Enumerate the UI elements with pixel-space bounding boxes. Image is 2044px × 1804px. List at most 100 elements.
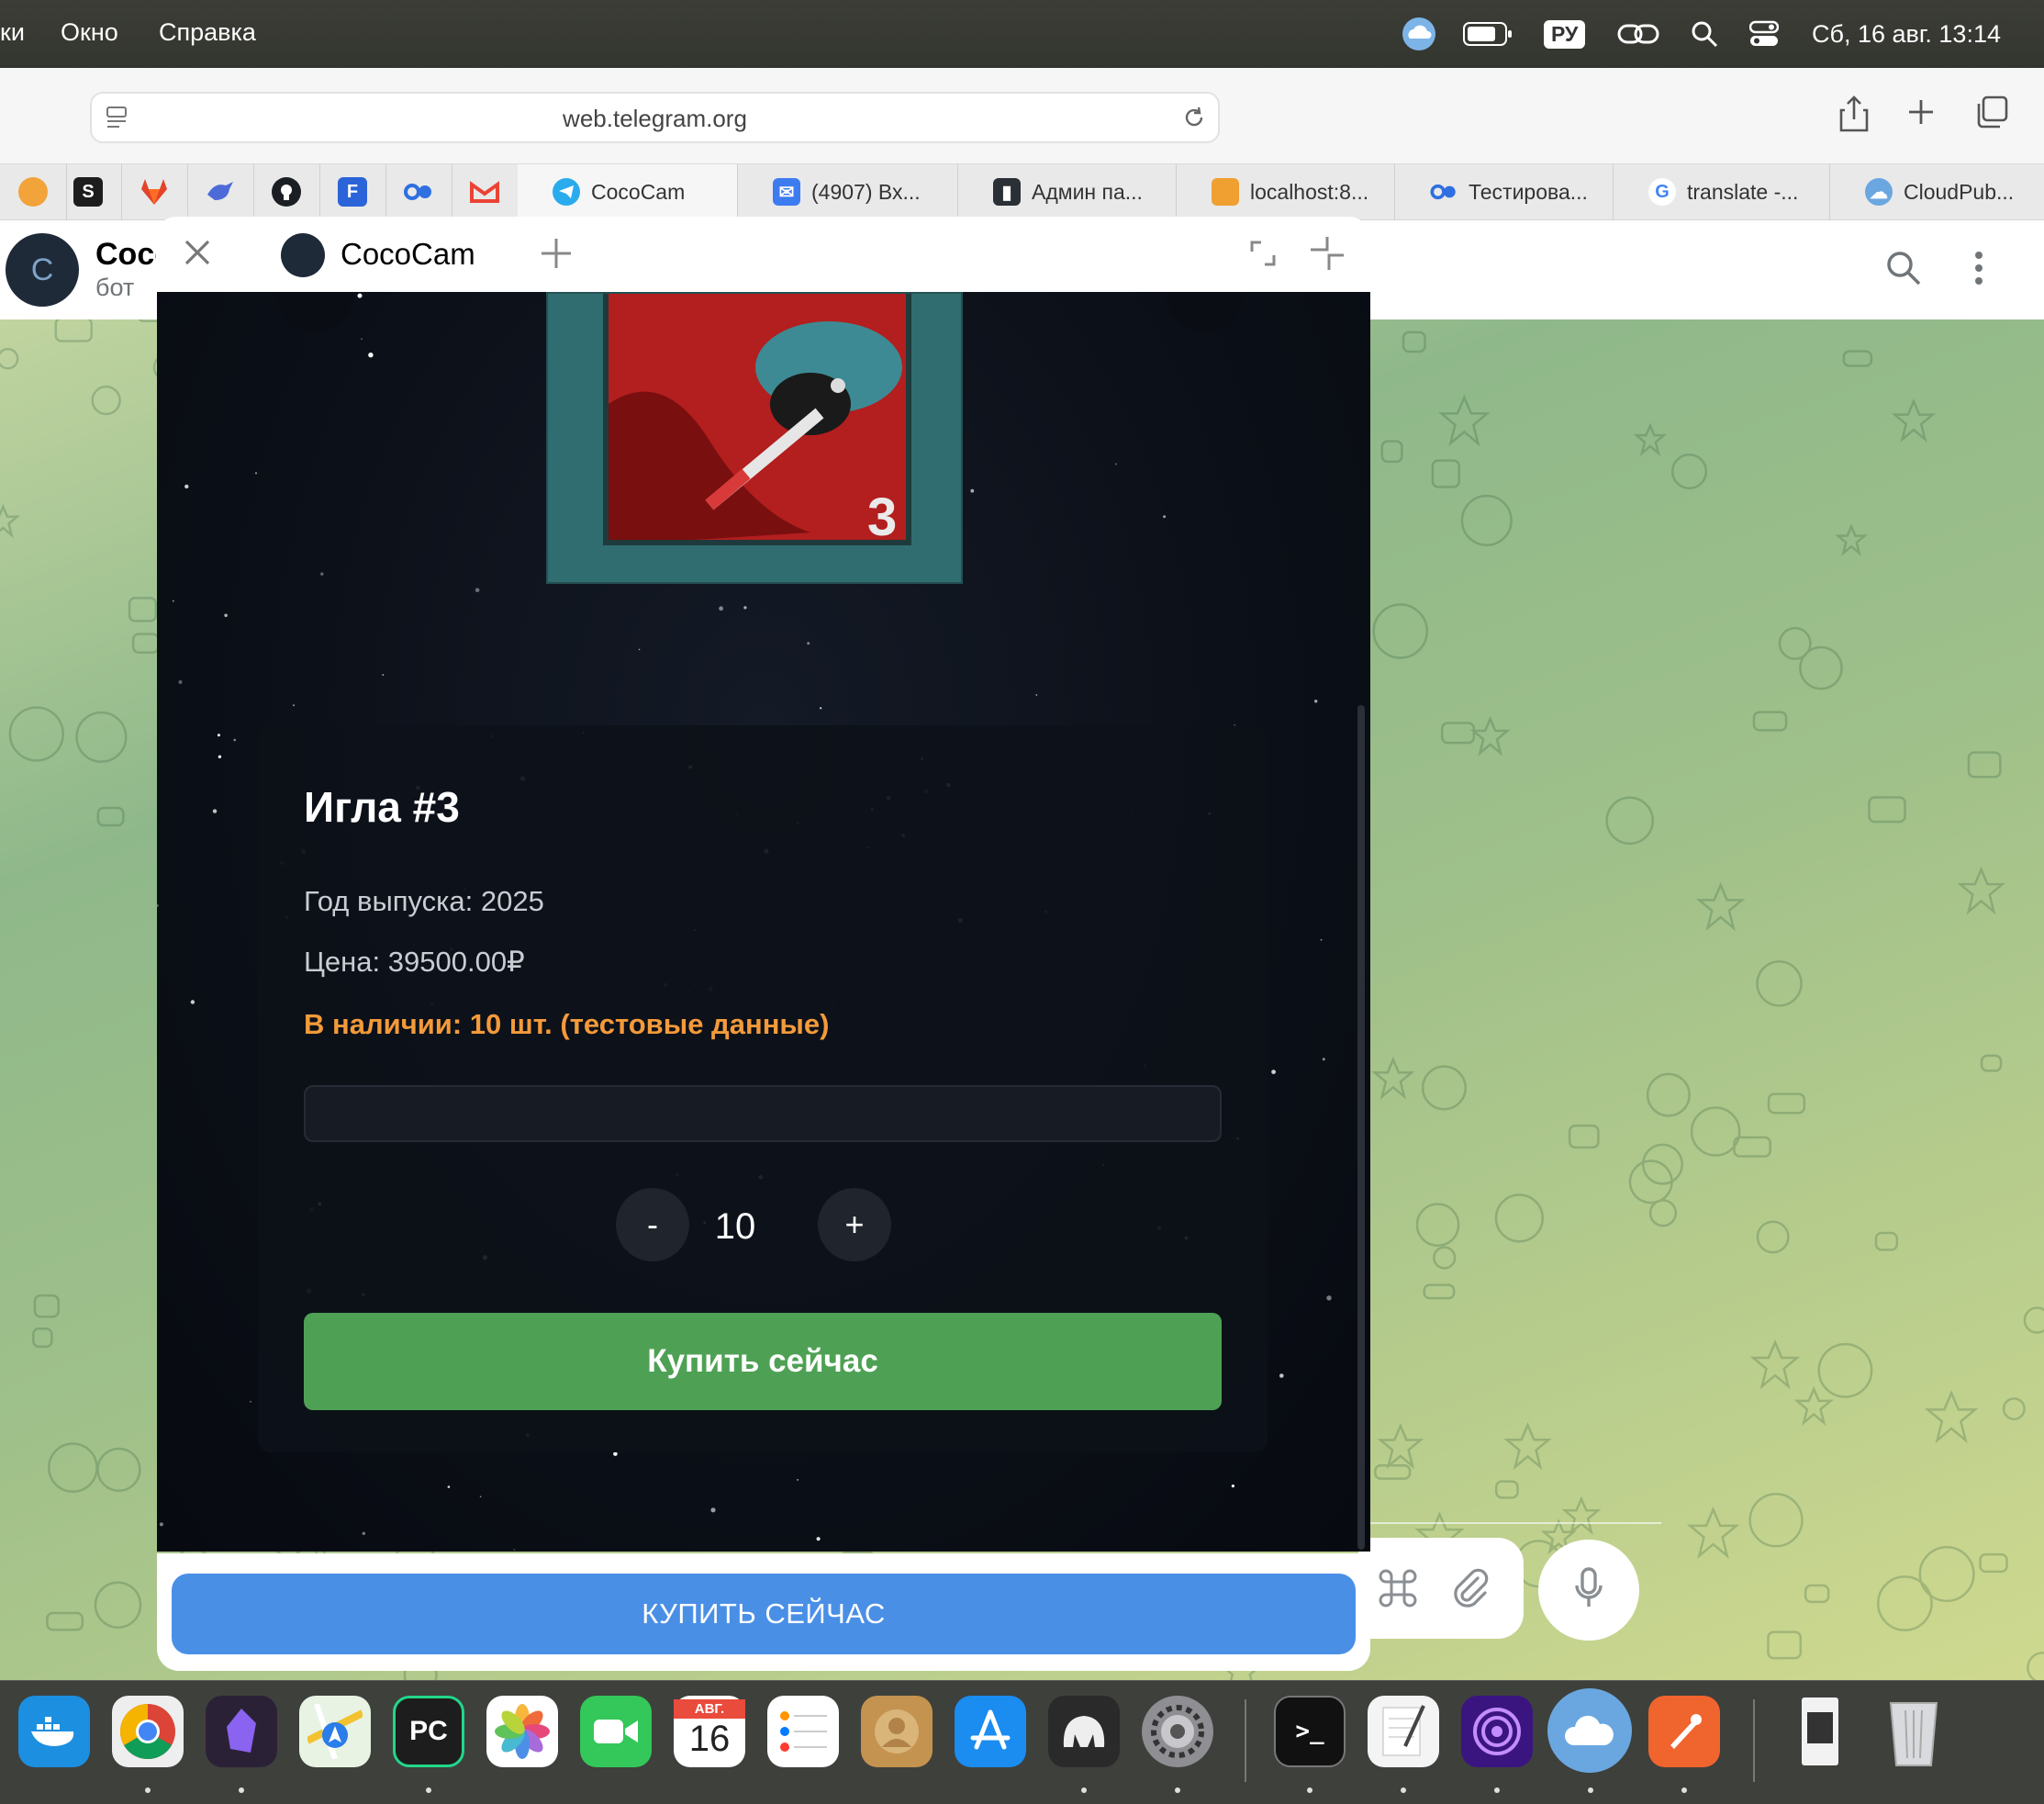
maps-icon[interactable]	[299, 1696, 371, 1767]
battery-icon[interactable]	[1463, 13, 1513, 55]
more-menu-icon[interactable]	[1973, 250, 1984, 291]
minimize-icon[interactable]	[1309, 235, 1346, 276]
tab-mail[interactable]: ✉ (4907) Вх...	[738, 164, 958, 219]
tab-cloudpub[interactable]: ☁ CloudPub...	[1830, 164, 2044, 219]
docker-icon[interactable]	[18, 1696, 90, 1767]
github-icon	[272, 177, 301, 207]
keyboard-layout-badge[interactable]: РУ	[1544, 13, 1586, 55]
reload-icon[interactable]	[1181, 105, 1207, 135]
chrome-icon[interactable]	[112, 1696, 184, 1767]
search-icon[interactable]	[1885, 250, 1922, 291]
textedit-icon[interactable]	[1368, 1696, 1439, 1767]
tab-localhost[interactable]: localhost:8...	[1177, 164, 1395, 219]
option-input[interactable]	[304, 1085, 1222, 1142]
pinned-tab-4[interactable]	[187, 164, 254, 219]
pinned-tab-yougile[interactable]	[385, 164, 452, 219]
add-tab-icon[interactable]	[540, 237, 573, 275]
pinned-tab-2[interactable]: S	[55, 164, 122, 219]
star	[217, 734, 220, 737]
pattern-rect	[1980, 1054, 2003, 1072]
icloud-status-icon[interactable]	[1401, 13, 1437, 55]
star	[475, 588, 480, 593]
share-icon[interactable]	[1839, 95, 1869, 140]
star	[638, 648, 641, 651]
star	[1271, 1070, 1276, 1074]
cloud-app-icon[interactable]	[1547, 1688, 1632, 1773]
pattern-star	[1503, 1422, 1552, 1471]
terminal-icon: ▮	[993, 178, 1021, 206]
pinned-tab-github[interactable]	[253, 164, 320, 219]
quantity-increment-button[interactable]: +	[818, 1188, 891, 1261]
google-icon: G	[1648, 178, 1676, 206]
tab-cococam[interactable]: CocoCam	[518, 164, 738, 219]
pinned-tab-6[interactable]: F	[319, 164, 386, 219]
pinned-tab-gitlab[interactable]	[121, 164, 188, 219]
calendar-icon[interactable]: АВГ. 16	[674, 1696, 745, 1767]
voice-message-button[interactable]	[1538, 1540, 1639, 1641]
photos-icon[interactable]	[486, 1696, 558, 1767]
product-card: Игла #3 Год выпуска: 2025 Цена: 39500.00…	[258, 725, 1268, 1452]
pycharm-icon[interactable]: PC	[393, 1696, 464, 1767]
attach-icon[interactable]	[1450, 1567, 1491, 1614]
tab-testing[interactable]: Тестирова...	[1395, 164, 1614, 219]
miniapp-content: 3 Игла #3 Год выпуска: 2025 Цена: 39500.…	[157, 292, 1370, 1552]
new-tab-icon[interactable]	[1906, 97, 1936, 135]
main-buy-button[interactable]: КУПИТЬ СЕЙЧАС	[172, 1574, 1356, 1654]
reminders-icon[interactable]	[767, 1696, 839, 1767]
pattern-circle	[1433, 1246, 1457, 1270]
facetime-icon[interactable]	[580, 1696, 652, 1767]
menu-item-window[interactable]: Окно	[61, 18, 118, 47]
command-icon[interactable]	[1377, 1567, 1419, 1614]
menu-item-help[interactable]: Справка	[159, 18, 256, 47]
phpmyadmin-icon	[1212, 178, 1239, 206]
star	[233, 738, 236, 742]
clock[interactable]: Сб, 16 авг. 13:14	[1812, 13, 2001, 55]
tab-label: Тестирова...	[1469, 179, 1588, 204]
address-bar[interactable]: web.telegram.org	[90, 92, 1220, 143]
sequel-ace-icon[interactable]	[1048, 1696, 1120, 1767]
terminal-icon[interactable]: >_	[1274, 1696, 1346, 1767]
trash-icon[interactable]	[1878, 1696, 1949, 1767]
control-center-icon[interactable]	[1749, 13, 1779, 55]
star	[1314, 700, 1318, 703]
tab-translate[interactable]: G translate -...	[1614, 164, 1830, 219]
tab-admin[interactable]: ▮ Админ па...	[958, 164, 1177, 219]
buy-now-button[interactable]: Купить сейчас	[304, 1313, 1222, 1410]
pinned-tab-gmail[interactable]	[452, 164, 519, 219]
star	[1231, 1485, 1234, 1488]
spotlight-search-icon[interactable]	[1691, 13, 1718, 55]
quantity-decrement-button[interactable]: -	[616, 1188, 689, 1261]
pinned-site-icon	[18, 177, 48, 207]
obsidian-icon[interactable]	[206, 1696, 277, 1767]
menu-bar: ки Окно Справка РУ Сб, 16 авг. 13:14	[0, 0, 2044, 68]
avatar[interactable]: C	[6, 233, 79, 307]
star	[816, 1537, 821, 1541]
scrollbar[interactable]	[1357, 705, 1365, 1550]
system-settings-icon[interactable]	[1142, 1696, 1213, 1767]
postman-icon[interactable]	[1648, 1696, 1720, 1767]
tab-miniapp-cococam[interactable]: CocoCam	[250, 217, 507, 292]
product-title: Игла #3	[304, 783, 460, 831]
pattern-rect	[96, 806, 125, 827]
pattern-circle	[2002, 1397, 2026, 1421]
tor-browser-icon[interactable]	[1461, 1696, 1533, 1767]
downloads-stack-icon[interactable]	[1784, 1696, 1856, 1767]
expand-icon[interactable]	[1248, 239, 1278, 273]
menu-item-partial[interactable]: ки	[0, 18, 25, 47]
pattern-rect	[1874, 1231, 1899, 1251]
pattern-star	[1633, 422, 1668, 456]
address-text[interactable]: web.telegram.org	[92, 105, 1218, 133]
star	[1322, 1058, 1325, 1061]
star	[357, 293, 363, 298]
contacts-icon[interactable]	[861, 1696, 933, 1767]
link-icon[interactable]	[1617, 13, 1659, 55]
star	[368, 353, 374, 358]
divider	[1368, 1522, 1661, 1524]
message-composer[interactable]	[1358, 1538, 1524, 1639]
close-icon[interactable]	[182, 237, 213, 273]
cover-artwork	[603, 294, 911, 545]
tab-overview-icon[interactable]	[1975, 95, 2008, 137]
cover-number: 3	[867, 487, 898, 547]
app-store-icon[interactable]	[955, 1696, 1026, 1767]
pattern-circle	[91, 385, 121, 416]
